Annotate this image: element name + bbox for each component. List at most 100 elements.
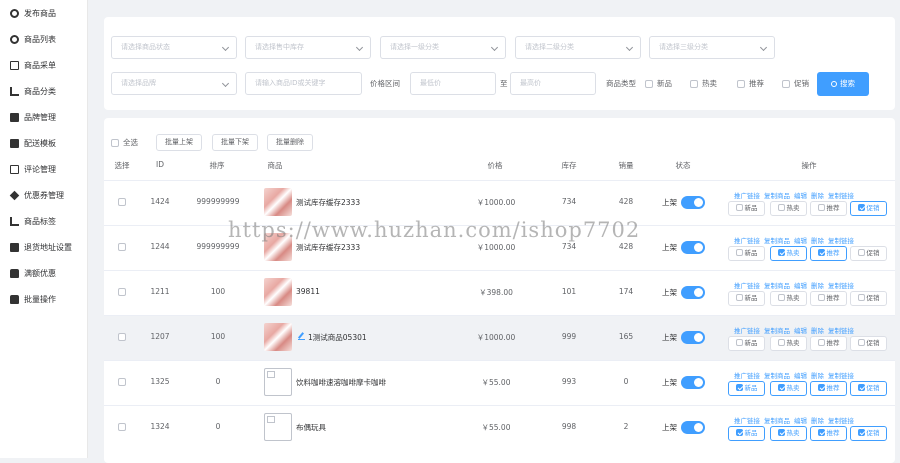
sidebar-item-0[interactable]: 发布商品 [0,0,87,26]
status-select[interactable]: 请选择商品状态 [111,36,237,59]
search-button[interactable]: 搜索 [817,72,869,96]
action-link-4[interactable]: 复制链接 [828,327,854,335]
row-select-checkbox[interactable] [118,288,126,296]
action-link-1[interactable]: 复制商品 [764,192,790,200]
sidebar-item-2[interactable]: 商品采单 [0,52,87,78]
flag-checkbox-0[interactable]: 新品 [728,246,765,261]
action-link-3[interactable]: 删除 [811,192,824,200]
action-link-1[interactable]: 复制商品 [764,237,790,245]
row-stock: 999 [561,332,577,341]
row-select-checkbox[interactable] [118,198,126,206]
flag-checkbox-3[interactable]: 促销 [850,246,887,261]
flag-checkbox-0[interactable]: 新品 [728,426,765,441]
price-max-input[interactable]: 最高价 [510,72,596,95]
action-link-1[interactable]: 复制商品 [764,372,790,380]
flag-checkbox-1[interactable]: 热卖 [770,336,807,351]
flag-checkbox-0[interactable]: 新品 [728,291,765,306]
row-select-checkbox[interactable] [118,333,126,341]
sidebar-item-6[interactable]: 评论管理 [0,156,87,182]
flag-checkbox-2[interactable]: 推荐 [810,336,847,351]
flag-checkbox-3[interactable]: 促销 [850,336,887,351]
status-toggle[interactable] [681,241,705,254]
flag-checkbox-0[interactable]: 新品 [728,201,765,216]
sidebar-item-3[interactable]: 商品分类 [0,78,87,104]
category2-select[interactable]: 请选择二级分类 [515,36,641,59]
flag-checkbox-2[interactable]: 推荐 [810,201,847,216]
status-toggle[interactable] [681,196,705,209]
sidebar-item-1[interactable]: 商品列表 [0,26,87,52]
status-toggle[interactable] [681,376,705,389]
flag-checkbox-3[interactable]: 促销 [850,381,887,396]
flag-checkbox-1[interactable]: 热卖 [770,426,807,441]
flag-checkbox-2[interactable]: 推荐 [810,381,847,396]
sidebar-item-4[interactable]: 品牌管理 [0,104,87,130]
category1-select[interactable]: 请选择一级分类 [380,36,506,59]
action-link-2[interactable]: 编辑 [794,327,807,335]
action-link-3[interactable]: 删除 [811,417,824,425]
price-min-input[interactable]: 最低价 [410,72,496,95]
action-link-3[interactable]: 删除 [811,327,824,335]
action-link-4[interactable]: 复制链接 [828,192,854,200]
row-select-checkbox[interactable] [118,423,126,431]
brand-select[interactable]: 请选择品牌 [111,72,237,95]
action-link-4[interactable]: 复制链接 [828,237,854,245]
action-link-4[interactable]: 复制链接 [828,282,854,290]
flag-checkbox-1[interactable]: 热卖 [770,381,807,396]
bulk-off-shelf-button[interactable]: 批量下架 [212,134,258,151]
action-link-0[interactable]: 推广链接 [734,237,760,245]
status-toggle[interactable] [681,331,705,344]
type-promo-checkbox[interactable]: 促销 [782,72,809,95]
flag-checkbox-0[interactable]: 新品 [728,336,765,351]
action-link-0[interactable]: 推广链接 [734,192,760,200]
type-new-checkbox[interactable]: 新品 [645,72,672,95]
status-toggle[interactable] [681,286,705,299]
action-link-2[interactable]: 编辑 [794,372,807,380]
action-link-2[interactable]: 编辑 [794,237,807,245]
action-link-1[interactable]: 复制商品 [764,282,790,290]
select-all-checkbox[interactable]: 全选 [111,131,138,154]
type-recommend-checkbox[interactable]: 推荐 [737,72,764,95]
type-hot-checkbox[interactable]: 热卖 [690,72,717,95]
flag-checkbox-2[interactable]: 推荐 [810,426,847,441]
action-link-3[interactable]: 删除 [811,372,824,380]
action-link-1[interactable]: 复制商品 [764,327,790,335]
row-sales: 428 [618,197,634,206]
sidebar-item-7[interactable]: 优惠券管理 [0,182,87,208]
flag-checkbox-2[interactable]: 推荐 [810,246,847,261]
sidebar-item-9[interactable]: 退货地址设置 [0,234,87,260]
action-link-1[interactable]: 复制商品 [764,417,790,425]
stock-select[interactable]: 请选择售中库存 [245,36,371,59]
flag-checkbox-1[interactable]: 热卖 [770,201,807,216]
bulk-delete-button[interactable]: 批量删除 [267,134,313,151]
flag-checkbox-3[interactable]: 促销 [850,201,887,216]
sidebar-item-5[interactable]: 配送模板 [0,130,87,156]
action-link-0[interactable]: 推广链接 [734,417,760,425]
flag-checkbox-3[interactable]: 促销 [850,426,887,441]
row-select-checkbox[interactable] [118,243,126,251]
action-link-2[interactable]: 编辑 [794,192,807,200]
row-select-checkbox[interactable] [118,378,126,386]
action-link-0[interactable]: 推广链接 [734,282,760,290]
action-link-4[interactable]: 复制链接 [828,417,854,425]
flag-checkbox-2[interactable]: 推荐 [810,291,847,306]
keyword-input[interactable]: 请输入商品ID或关键字 [245,72,362,95]
action-link-3[interactable]: 删除 [811,282,824,290]
status-toggle[interactable] [681,421,705,434]
flag-checkbox-0[interactable]: 新品 [728,381,765,396]
flag-checkbox-3[interactable]: 促销 [850,291,887,306]
action-link-2[interactable]: 编辑 [794,417,807,425]
action-link-4[interactable]: 复制链接 [828,372,854,380]
flag-checkbox-1[interactable]: 热卖 [770,246,807,261]
action-link-0[interactable]: 推广链接 [734,372,760,380]
sidebar-item-10[interactable]: 满额优惠 [0,260,87,286]
sidebar-item-8[interactable]: 商品标签 [0,208,87,234]
sidebar-item-11[interactable]: 批量操作 [0,286,87,312]
category3-select[interactable]: 请选择三级分类 [649,36,775,59]
bulk-on-shelf-button[interactable]: 批量上架 [156,134,202,151]
edit-icon[interactable] [298,333,305,340]
action-link-3[interactable]: 删除 [811,237,824,245]
action-link-2[interactable]: 编辑 [794,282,807,290]
flag-checkbox-1[interactable]: 热卖 [770,291,807,306]
action-link-0[interactable]: 推广链接 [734,327,760,335]
chevron-down-icon [221,43,230,52]
